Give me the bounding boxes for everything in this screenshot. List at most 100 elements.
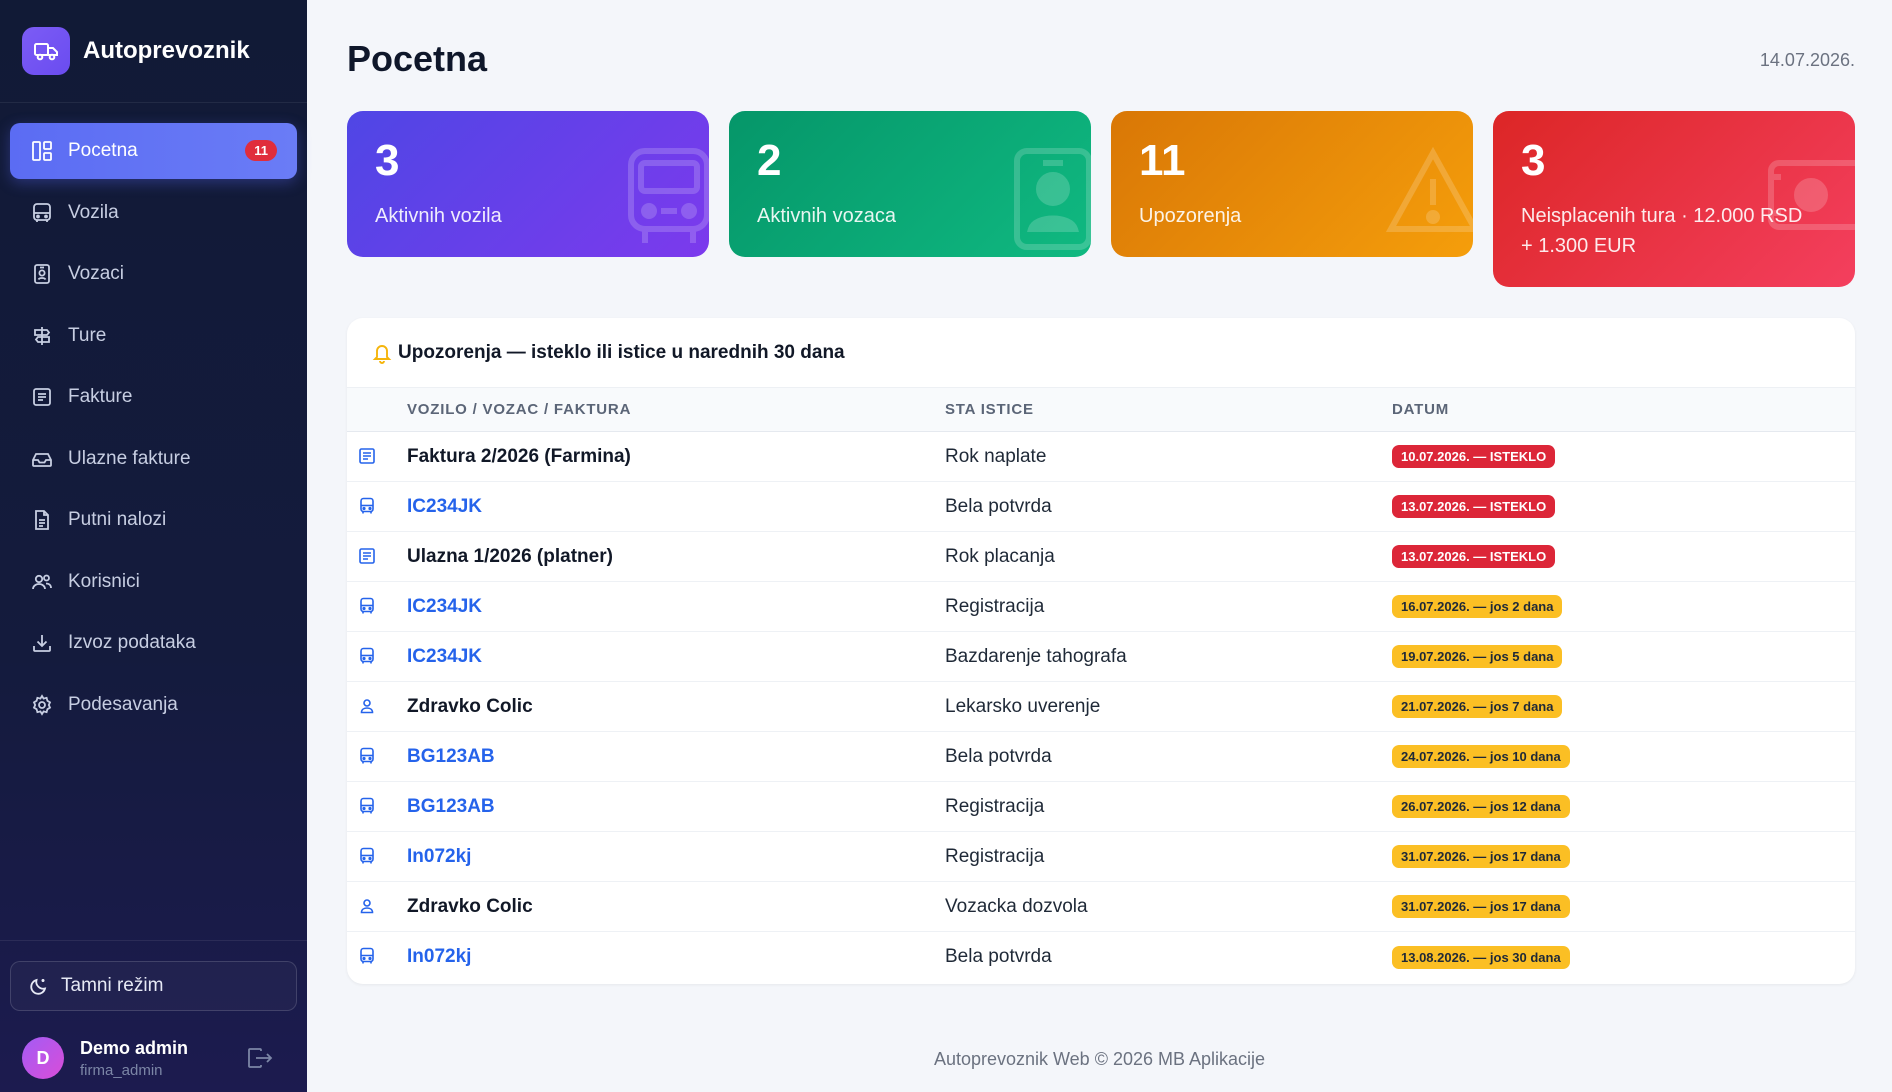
- users-icon: [30, 570, 54, 594]
- vehicle-link[interactable]: BG123AB: [407, 796, 495, 818]
- column-header: VOZILO / VOZAC / FAKTURA: [407, 401, 632, 418]
- vehicle-link[interactable]: In072kj: [407, 946, 471, 968]
- stat-label-line2: + 1.300 EUR: [1521, 235, 1637, 257]
- document-icon: [30, 508, 54, 532]
- money-icon: [1767, 155, 1855, 240]
- bus-icon: [30, 201, 54, 225]
- bus-icon: [357, 646, 377, 666]
- sidebar-item-label: Izvoz podataka: [68, 632, 196, 653]
- entity-name: Faktura 2/2026 (Farmina): [407, 445, 631, 467]
- vehicle-link[interactable]: BG123AB: [407, 746, 495, 768]
- sidebar-item-label: Ulazne fakture: [68, 447, 191, 469]
- stat-card-unpaid-trips[interactable]: 3 Neisplacenih tura · 12.000 RSD + 1.300 …: [1493, 111, 1855, 287]
- expiry-item: Lekarsko uverenje: [945, 695, 1101, 717]
- sidebar-item-ture[interactable]: Ture: [10, 308, 297, 364]
- sidebar-item-izvoz-podataka[interactable]: Izvoz podataka: [10, 615, 297, 671]
- brand-title: Autoprevoznik: [83, 37, 250, 64]
- status-badge: 10.07.2026. — ISTEKLO: [1392, 445, 1556, 468]
- sidebar-item-label: Ture: [68, 324, 107, 346]
- status-badge: 19.07.2026. — jos 5 dana: [1392, 645, 1563, 668]
- table-row[interactable]: Zdravko Colic Vozacka dozvola 31.07.2026. …: [347, 882, 1855, 932]
- table-row[interactable]: Zdravko Colic Lekarsko uverenje 21.07.2026…: [347, 682, 1855, 732]
- sidebar-item-korisnici[interactable]: Korisnici: [10, 554, 297, 610]
- status-badge: 16.07.2026. — jos 2 dana: [1392, 595, 1563, 618]
- expiry-item: Rok naplate: [945, 445, 1047, 467]
- table-row[interactable]: BG123AB Registracija 26.07.2026. — jos 12 …: [347, 782, 1855, 832]
- vehicle-link[interactable]: IC234JK: [407, 496, 482, 518]
- notification-badge: 11: [245, 140, 277, 161]
- vehicle-link[interactable]: In072kj: [407, 846, 471, 868]
- table-row[interactable]: IC234JK Bazdarenje tahografa 19.07.2026. —…: [347, 632, 1855, 682]
- sidebar-item-vozila[interactable]: Vozila: [10, 185, 297, 241]
- sidebar-item-vozaci[interactable]: Vozaci: [10, 246, 297, 302]
- bell-icon: [372, 342, 392, 364]
- dashboard-icon: [30, 139, 54, 163]
- invoice-icon: [357, 446, 377, 466]
- stat-label-line1: Neisplacenih tura · 12.000 RSD: [1521, 205, 1803, 227]
- dark-mode-toggle[interactable]: Tamni režim: [10, 961, 297, 1011]
- sidebar-item-label: Fakture: [68, 386, 133, 407]
- page-title: Pocetna: [347, 38, 488, 79]
- table-row[interactable]: BG123AB Bela potvrda 24.07.2026. — jos 10 …: [347, 732, 1855, 782]
- expiry-item: Bela potvrda: [945, 495, 1052, 517]
- expiry-item: Vozacka dozvola: [945, 895, 1088, 917]
- table-row[interactable]: In072kj Bela potvrda 13.08.2026. — jos 30 …: [347, 932, 1855, 982]
- bus-icon: [357, 846, 377, 866]
- entity-name: Zdravko Colic: [407, 895, 533, 917]
- stat-card-warnings[interactable]: 11 Upozorenja: [1111, 111, 1473, 257]
- bus-icon: [357, 596, 377, 616]
- status-badge: 24.07.2026. — jos 10 dana: [1392, 745, 1570, 768]
- bus-icon: [625, 147, 709, 257]
- sidebar-item-label: Vozila: [68, 201, 119, 223]
- stat-card-drivers[interactable]: 2 Aktivnih vozaca: [729, 111, 1091, 257]
- table-row[interactable]: Ulazna 1/2026 (platner) Rok placanja 13.07…: [347, 532, 1855, 582]
- user-name: Demo admin: [80, 1037, 189, 1058]
- warning-icon: [1385, 146, 1473, 248]
- sidebar-footer: Tamni režim D Demo admin firma_admin: [0, 940, 307, 1092]
- column-header: STA ISTICE: [945, 401, 1034, 418]
- status-badge: 31.07.2026. — jos 17 dana: [1392, 895, 1570, 918]
- expiry-item: Bazdarenje tahografa: [945, 645, 1127, 667]
- dark-mode-label: Tamni režim: [61, 975, 164, 996]
- sidebar-item-label: Korisnici: [68, 570, 140, 592]
- table-row[interactable]: IC234JK Registracija 16.07.2026. — jos 2 d…: [347, 582, 1855, 632]
- bus-icon: [357, 496, 377, 516]
- table-row[interactable]: Faktura 2/2026 (Farmina) Rok naplate 10.07…: [347, 432, 1855, 482]
- sidebar-item-pocetna[interactable]: Pocetna 11: [10, 123, 297, 179]
- expiry-item: Registracija: [945, 795, 1045, 817]
- current-date: 14.07.2026.: [1759, 50, 1855, 70]
- invoice-icon: [357, 546, 377, 566]
- user-icon: [357, 696, 377, 716]
- expiry-item: Registracija: [945, 845, 1045, 867]
- entity-name: Zdravko Colic: [407, 695, 533, 717]
- expiry-item: Bela potvrda: [945, 745, 1052, 767]
- status-badge: 26.07.2026. — jos 12 dana: [1392, 795, 1570, 818]
- main-content: Pocetna 14.07.2026. 3 Aktivnih vozila 2 …: [307, 0, 1892, 1092]
- footer: Autoprevoznik Web © 2026 MB Aplikacije: [933, 1049, 1266, 1069]
- stat-card-vehicles[interactable]: 3 Aktivnih vozila: [347, 111, 709, 257]
- vehicle-link[interactable]: IC234JK: [407, 646, 482, 668]
- status-badge: 13.07.2026. — ISTEKLO: [1392, 495, 1556, 518]
- sidebar-item-ulazne-fakture[interactable]: Ulazne fakture: [10, 431, 297, 487]
- sidebar-item-fakture[interactable]: Fakture: [10, 369, 297, 425]
- sidebar-item-label: Putni nalozi: [68, 509, 167, 530]
- brand[interactable]: Autoprevoznik: [0, 0, 307, 103]
- gear-icon: [30, 693, 54, 717]
- download-icon: [30, 631, 54, 655]
- alerts-title: Upozorenja — isteklo ili istice u naredn…: [398, 341, 845, 363]
- logout-icon[interactable]: [247, 1047, 273, 1071]
- sidebar-item-podesavanja[interactable]: Podesavanja: [10, 677, 297, 733]
- table-row[interactable]: IC234JK Bela potvrda 13.07.2026. — ISTEKLO: [347, 482, 1855, 532]
- sidebar-nav: Pocetna 11 Vozila Vozaci Ture Fakture Ul…: [0, 103, 307, 733]
- sidebar-item-putni-nalozi[interactable]: Putni nalozi: [10, 492, 297, 548]
- bus-icon: [357, 946, 377, 966]
- alerts-table-body: Faktura 2/2026 (Farmina) Rok naplate 10.07…: [347, 432, 1855, 982]
- bus-icon: [357, 796, 377, 816]
- user-icon: [357, 896, 377, 916]
- table-header: VOZILO / VOZAC / FAKTURA STA ISTICE DATU…: [347, 388, 1855, 432]
- alerts-panel: Upozorenja — isteklo ili istice u naredn…: [347, 318, 1855, 984]
- table-row[interactable]: In072kj Registracija 31.07.2026. — jos 17 …: [347, 832, 1855, 882]
- sidebar-item-label: Pocetna: [68, 140, 138, 161]
- alerts-header: Upozorenja — isteklo ili istice u naredn…: [347, 318, 1855, 388]
- vehicle-link[interactable]: IC234JK: [407, 596, 482, 618]
